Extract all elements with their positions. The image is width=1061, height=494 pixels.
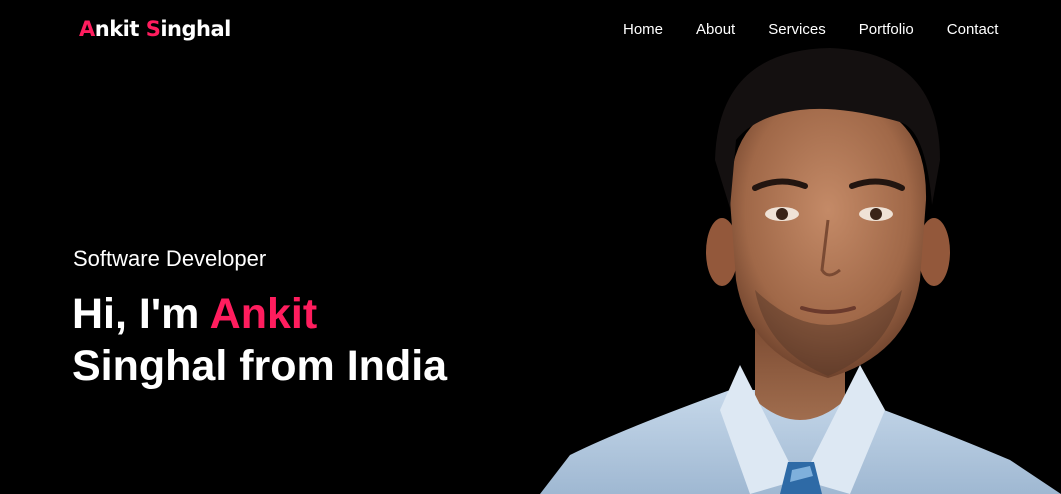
logo-initial-last: S bbox=[145, 17, 161, 41]
portrait-photo bbox=[540, 48, 1061, 494]
hero-title-prefix: Hi, I'm bbox=[72, 290, 210, 338]
hero-title-line2: Singhal from India bbox=[72, 342, 448, 390]
logo-text-last: inghal bbox=[160, 17, 231, 41]
logo-initial-first: A bbox=[79, 17, 95, 41]
hero-title-highlight: Ankit bbox=[209, 290, 318, 338]
home-page: Ankit Singhal Home About Services Portfo… bbox=[0, 0, 1061, 494]
site-logo[interactable]: Ankit Singhal bbox=[79, 17, 231, 41]
logo-text-first: nkit bbox=[94, 17, 146, 41]
hero-title: Hi, I'm Ankit Singhal from India bbox=[72, 288, 447, 392]
hero-subtitle: Software Developer bbox=[73, 246, 267, 271]
